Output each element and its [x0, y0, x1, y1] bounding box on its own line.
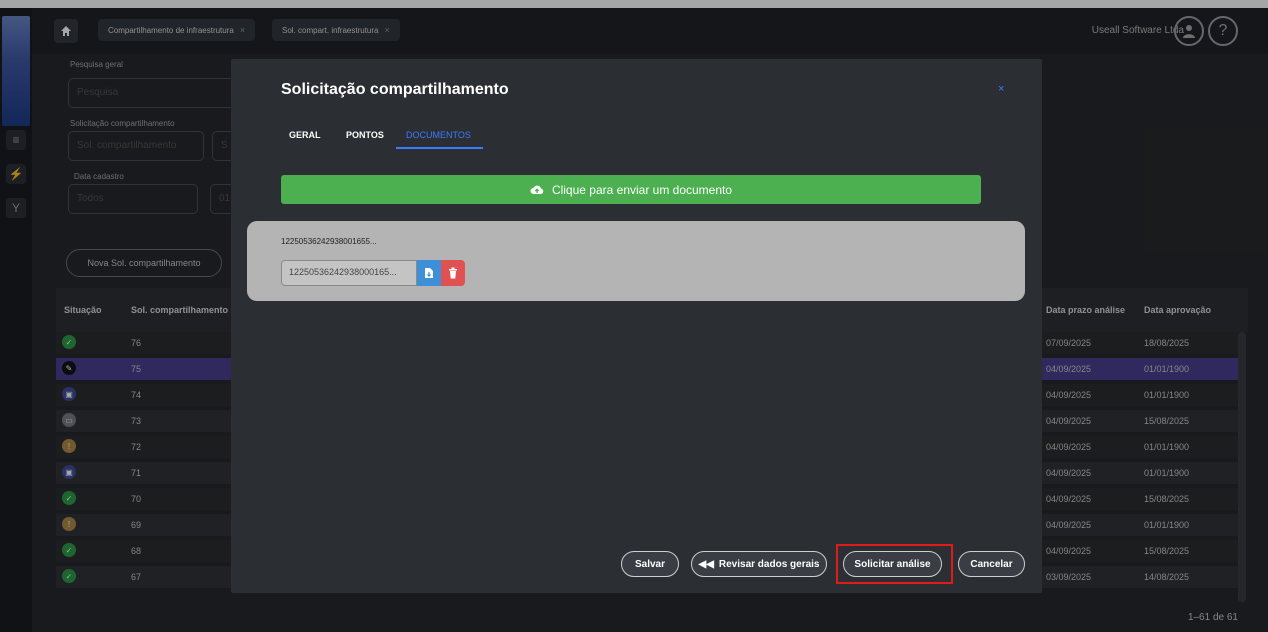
- cloud-upload-icon: [530, 185, 544, 194]
- delete-document-button[interactable]: [441, 260, 465, 286]
- tab-geral[interactable]: GERAL: [289, 130, 321, 140]
- file-download-icon: [425, 268, 433, 278]
- upload-label: Clique para enviar um documento: [551, 182, 733, 197]
- document-panel: 12250536242938001655... 1225053624293800…: [247, 221, 1025, 301]
- cancel-button[interactable]: Cancelar: [958, 551, 1025, 577]
- document-name: 12250536242938001655...: [281, 237, 377, 246]
- request-modal: Solicitação compartilhamento × GERAL PON…: [231, 59, 1042, 593]
- upload-document-button[interactable]: Clique para enviar um documento: [281, 175, 981, 204]
- modal-title: Solicitação compartilhamento: [281, 81, 509, 98]
- trash-icon: [449, 267, 457, 279]
- save-button[interactable]: Salvar: [621, 551, 679, 577]
- close-icon[interactable]: ×: [998, 83, 1004, 95]
- rewind-icon: ◀◀: [698, 558, 714, 570]
- tab-documentos[interactable]: DOCUMENTOS: [406, 130, 471, 140]
- highlight-box: [836, 544, 953, 584]
- tab-pontos[interactable]: PONTOS: [346, 130, 384, 140]
- active-tab-indicator: [396, 147, 483, 149]
- download-document-button[interactable]: [417, 260, 441, 286]
- document-field[interactable]: 12250536242938000165...: [281, 260, 417, 286]
- review-general-data-button[interactable]: ◀◀ Revisar dados gerais: [691, 551, 827, 577]
- review-label: Revisar dados gerais: [718, 558, 820, 570]
